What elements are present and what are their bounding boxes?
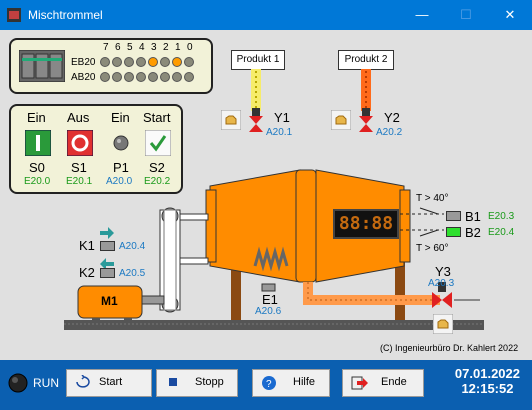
application-window: Mischtrommel — ☐ ✕ 7 6 5 4 3 2 1 0 EB20 … [0,0,532,410]
y3-address: A20.3 [428,278,455,289]
start-button-label: Start [99,376,123,388]
svg-text:?: ? [266,379,272,390]
minimize-button[interactable]: — [400,0,444,30]
b2-name: B2 [465,225,481,240]
product2-pipe [361,69,371,111]
copyright-text: (C) Ingenieurbüro Dr. Kahlert 2022 [380,343,519,353]
y3-name: Y3 [435,264,451,279]
help-button[interactable]: ? Hilfe [252,369,330,397]
app-icon [7,8,21,22]
y2-manual-hand-icon[interactable] [331,110,351,130]
maximize-button[interactable]: ☐ [444,0,488,30]
k1-contactor-indicator [100,241,115,251]
t-low-label: T > 60° [416,243,449,254]
stop-button-label: Stopp [195,376,224,388]
display-digits: 88:88 [338,213,394,234]
process-canvas: 7 6 5 4 3 2 1 0 EB20 AB20 Ein Aus Ein St… [0,30,532,360]
floor [64,320,484,330]
b1-sensor-indicator [446,211,461,221]
bottom-toolbar: RUN Start Stopp ? Hilfe Ende 07.01.2022 … [0,360,532,410]
close-button[interactable]: ✕ [488,0,532,30]
stop-button[interactable]: Stopp [156,369,238,397]
clock-time: 12:15:52 [461,381,514,396]
title-bar: Mischtrommel — ☐ ✕ [0,0,532,30]
k1-name: K1 [79,238,95,253]
clock-display: 07.01.2022 12:15:52 [455,366,520,396]
y2-valve-icon [359,108,373,132]
exit-icon [351,376,368,390]
k1-direction-arrow-icon [100,227,114,239]
window-title: Mischtrommel [28,8,103,22]
y3-manual-hand-icon[interactable] [433,314,453,334]
b2-sensor-indicator [446,227,461,237]
y1-address: A20.1 [266,127,293,138]
e1-name: E1 [262,292,278,307]
k2-address: A20.5 [119,268,146,279]
y1-manual-hand-icon[interactable] [221,110,241,130]
drum-digital-display: 88:88 [333,209,399,239]
clock-date: 07.01.2022 [454,366,520,381]
t-high-label: T > 40° [416,193,449,204]
k2-contactor-indicator [100,268,115,278]
e1-sensor-box [261,283,276,292]
y1-valve-icon [249,108,263,132]
product1-pipe [251,69,261,111]
drum-support-right [395,262,405,322]
start-button[interactable]: Start [66,369,152,397]
b1-name: B1 [465,209,481,224]
y2-address: A20.2 [376,127,403,138]
run-status-lamp-icon [8,373,28,393]
y2-name: Y2 [384,110,400,125]
e1-address: A20.6 [255,306,282,317]
end-button[interactable]: Ende [342,369,424,397]
start-cycle-icon [76,375,90,388]
b2-address: E20.4 [488,227,515,238]
end-button-label: Ende [381,376,407,388]
k1-address: A20.4 [119,241,146,252]
run-status-label: RUN [33,376,59,390]
y1-name: Y1 [274,110,290,125]
motor-label: M1 [101,294,118,308]
k2-name: K2 [79,265,95,280]
stop-square-icon [169,378,177,386]
outlet-pipe [303,282,440,305]
help-icon: ? [262,376,276,390]
help-button-label: Hilfe [293,376,316,388]
b1-address: E20.3 [488,211,515,222]
